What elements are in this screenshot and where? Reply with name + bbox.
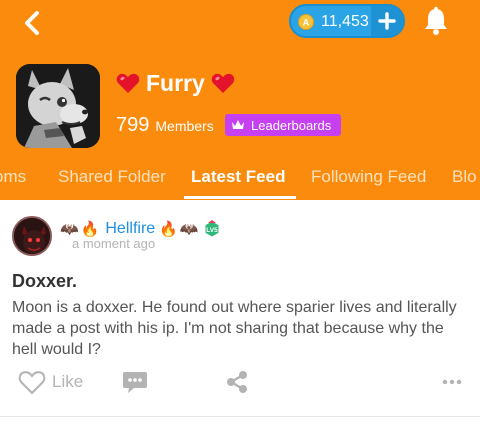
heart-icon xyxy=(116,73,140,93)
members-count-line[interactable]: 799 Members xyxy=(116,114,214,137)
leaderboards-label: Leaderboards xyxy=(251,117,332,133)
fire-icon: 🔥 xyxy=(159,220,178,238)
coin-count: 11,453 xyxy=(321,13,369,30)
crown-icon xyxy=(232,120,244,129)
bat-icon: 🦇 xyxy=(179,220,199,238)
bell-icon xyxy=(425,6,447,35)
add-coins-button[interactable] xyxy=(371,6,403,36)
share-button[interactable] xyxy=(225,370,249,394)
members-count: 799 xyxy=(116,114,150,136)
post-actions: Like xyxy=(0,367,480,397)
author-avatar[interactable] xyxy=(12,216,52,256)
coin-icon: A xyxy=(298,14,314,30)
coin-balance[interactable]: A 11,453 xyxy=(289,4,405,38)
tab-chatrooms[interactable]: oms xyxy=(0,167,26,187)
notifications-button[interactable] xyxy=(422,6,450,36)
tab-latest-feed[interactable]: Latest Feed xyxy=(191,167,285,187)
like-heart-icon xyxy=(18,370,46,394)
tab-following-feed[interactable]: Following Feed xyxy=(311,167,426,187)
fire-icon: 🔥 xyxy=(80,220,100,238)
community-title: Furry xyxy=(116,68,235,98)
members-label: Members xyxy=(155,118,214,134)
comment-icon xyxy=(123,372,147,393)
post-timestamp: a moment ago xyxy=(72,236,156,251)
demon-avatar-icon xyxy=(14,218,50,254)
like-label: Like xyxy=(52,372,84,391)
share-icon xyxy=(227,371,247,393)
comment-button[interactable] xyxy=(122,370,148,394)
like-button[interactable]: Like xyxy=(18,369,83,395)
post-body[interactable]: Moon is a doxxer. He found out where spa… xyxy=(12,297,468,360)
svg-text:A: A xyxy=(303,18,310,28)
plus-icon xyxy=(378,12,396,30)
community-avatar[interactable] xyxy=(16,64,100,148)
wolf-avatar-icon xyxy=(16,64,100,148)
bat-icon: 🦇 xyxy=(60,220,79,238)
level-badge-text: LV5 xyxy=(206,227,218,234)
feed-tabs: oms Shared Folder Latest Feed Following … xyxy=(0,164,480,200)
leaderboards-button[interactable]: Leaderboards xyxy=(225,114,341,136)
tab-blogs[interactable]: Blo xyxy=(452,167,477,187)
back-button[interactable] xyxy=(18,8,48,38)
community-name: Furry xyxy=(146,69,205,96)
community-header: A 11,453 Furry 799 Members Leaderboards … xyxy=(0,0,480,200)
more-icon xyxy=(442,379,462,385)
active-tab-indicator xyxy=(184,196,296,199)
level-badge-icon: LV5 xyxy=(204,220,220,238)
back-chevron-icon xyxy=(25,11,39,35)
heart-icon xyxy=(211,73,235,93)
more-options-button[interactable] xyxy=(442,375,462,387)
post-title[interactable]: Doxxer. xyxy=(12,271,77,292)
post-divider xyxy=(0,416,480,417)
feed-post[interactable]: 🦇 🔥 Hellfire 🔥 🦇 LV5 a moment ago Doxxer… xyxy=(0,200,480,427)
tab-shared-folder[interactable]: Shared Folder xyxy=(58,167,166,187)
